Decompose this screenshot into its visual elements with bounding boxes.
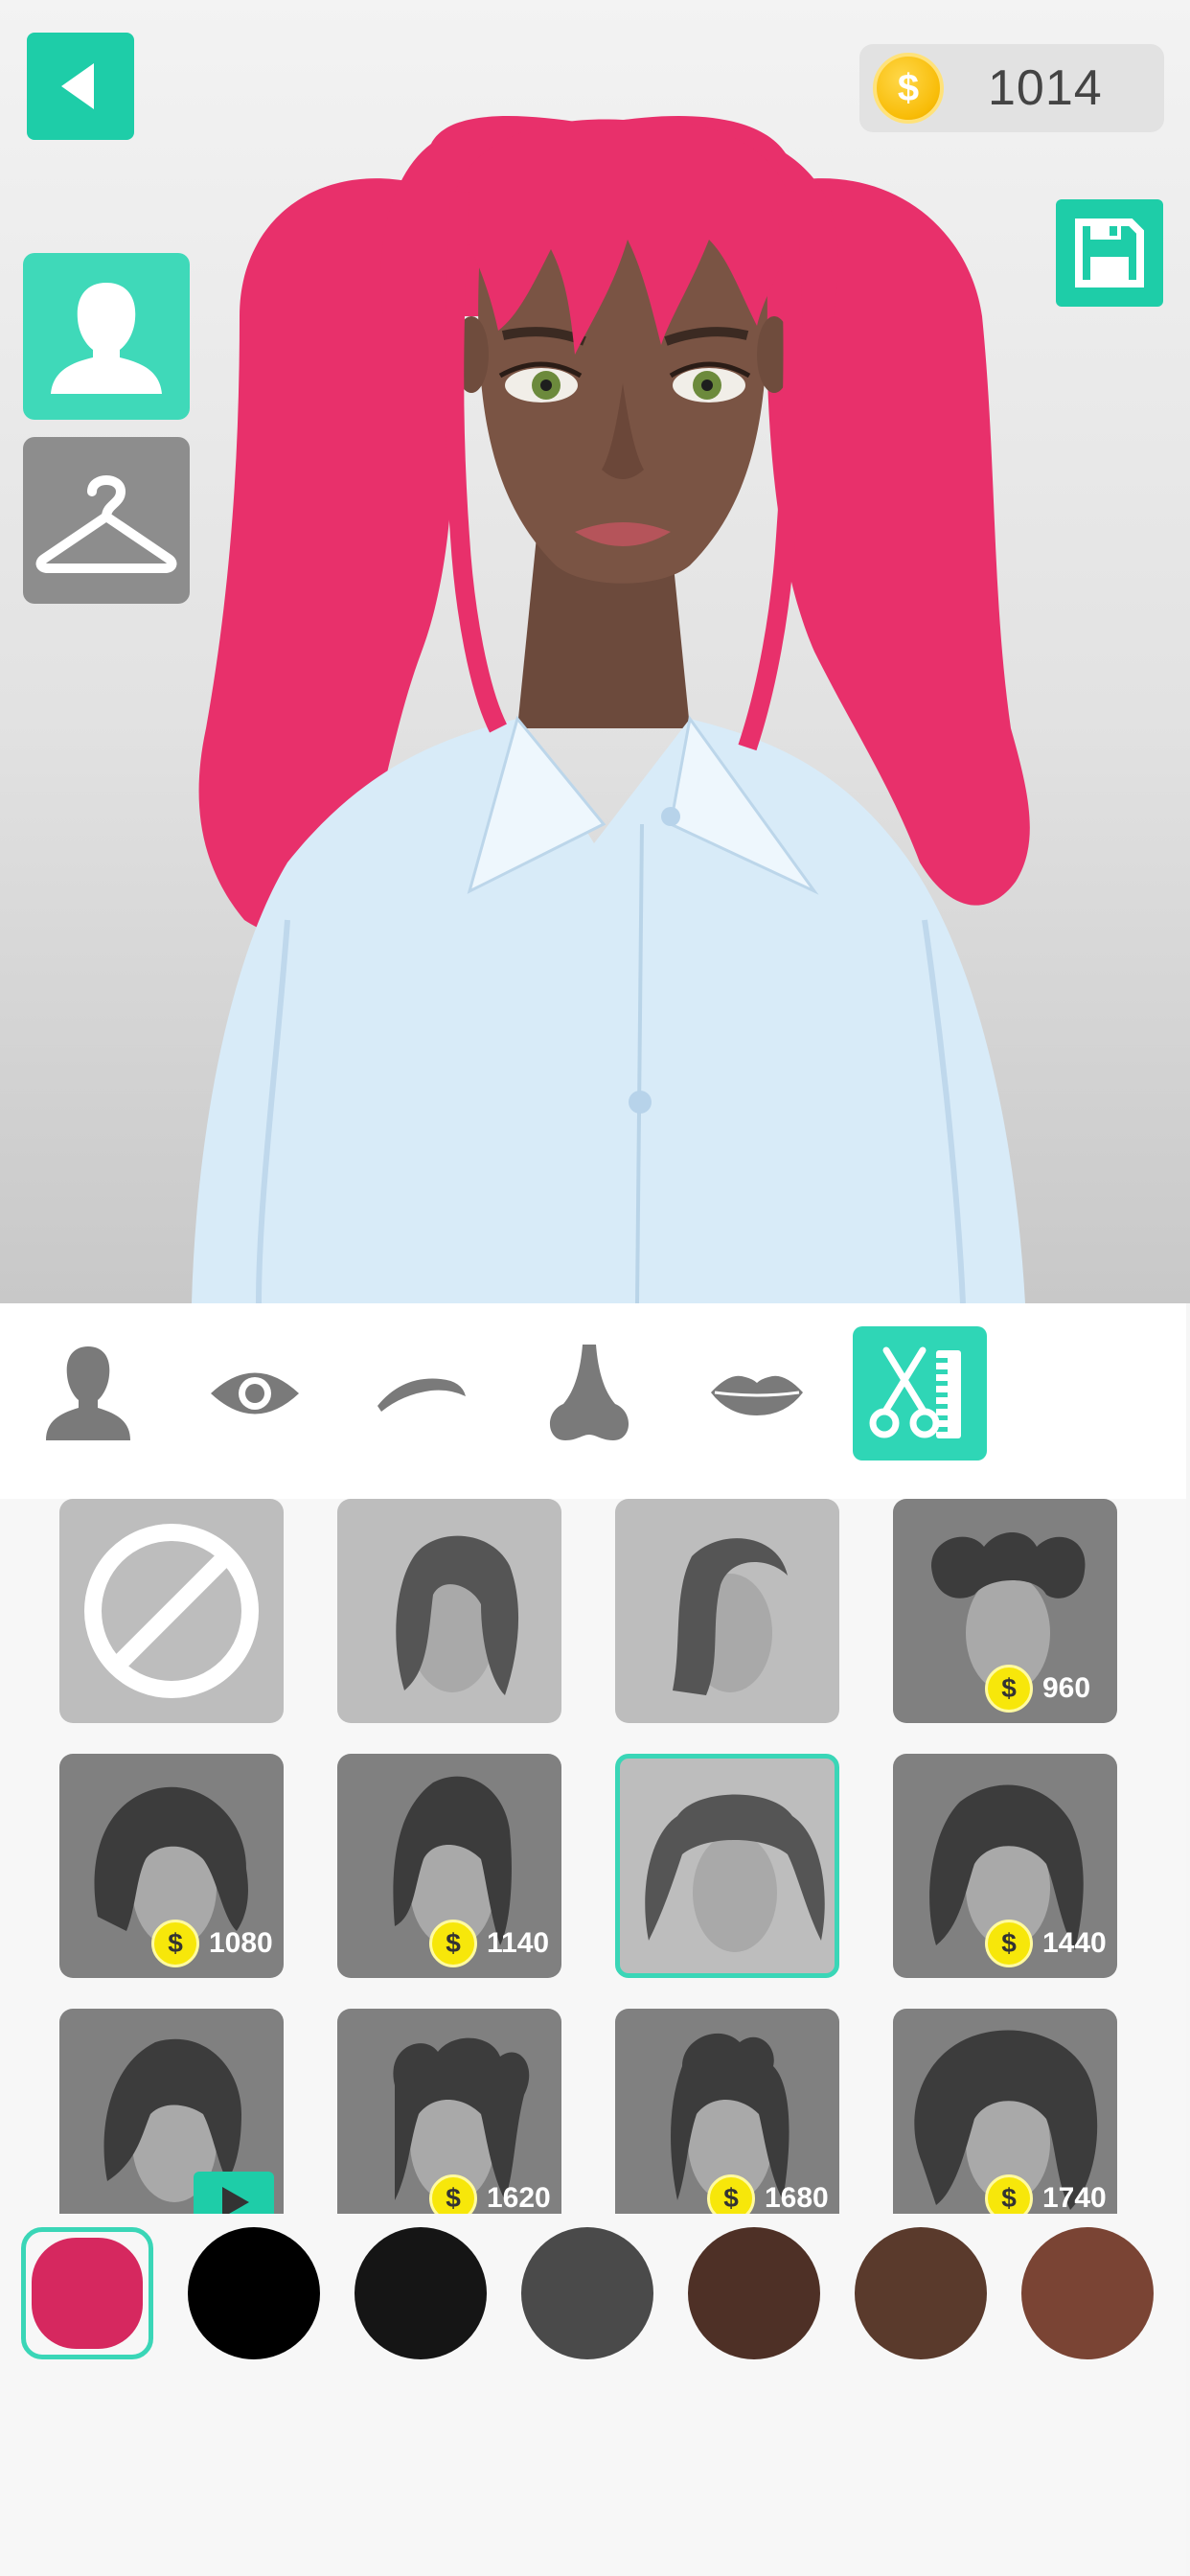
person-silhouette-icon [46, 1346, 130, 1440]
hair-color-swatch[interactable] [188, 2227, 320, 2359]
swatch-fill [855, 2227, 987, 2359]
eye-icon [211, 1372, 299, 1414]
hair-style-curly-bob[interactable]: $1080 [59, 1754, 284, 1978]
hair-style-top-bun[interactable]: $1680 [615, 2009, 839, 2233]
hair-style-grid: $960 $1080 $1140 $1440 $1620 $1680 $1740 [0, 1499, 1186, 2557]
hair-style-double-buns[interactable]: $960 [893, 1499, 1117, 1723]
nose-icon [549, 1345, 629, 1440]
hair-style-pigtails[interactable] [615, 1754, 839, 1978]
hair-style-high-ponytail[interactable]: $1140 [337, 1754, 561, 1978]
price-value: 1620 [487, 2182, 551, 2214]
dollar-coin-icon: $ [985, 1920, 1033, 1967]
hair-color-swatch[interactable] [855, 2227, 987, 2359]
hair-style-none[interactable] [59, 1499, 284, 1723]
hair-color-swatch[interactable] [688, 2227, 820, 2359]
person-icon [51, 283, 162, 394]
avatar-character [192, 116, 1030, 1303]
price-value: 1740 [1042, 2182, 1107, 2214]
scissors-comb-icon [869, 1346, 961, 1438]
hair-style-bangs-bob[interactable] [59, 2009, 284, 2233]
no-sign-icon [84, 1524, 259, 1698]
category-tabs [0, 1303, 1186, 1499]
price-tag: $960 [985, 1664, 1090, 1714]
coin-amount: 1014 [988, 60, 1103, 116]
hanger-icon [35, 475, 177, 573]
price-value: 1140 [487, 1927, 550, 1959]
dollar-coin-icon: $ [985, 1665, 1033, 1713]
tab-hair[interactable] [853, 1326, 987, 1460]
swatch-fill [688, 2227, 820, 2359]
hair-style-space-buns[interactable]: $1620 [337, 2009, 561, 2233]
price-value: 1080 [209, 1927, 273, 1959]
price-value: 1440 [1042, 1927, 1107, 1959]
price-value: 1680 [765, 2182, 829, 2214]
hair-color-palette [0, 2214, 1186, 2367]
lips-icon [711, 1375, 803, 1415]
hair-color-swatch[interactable] [521, 2227, 653, 2359]
floppy-disk-icon [1075, 218, 1144, 288]
price-tag: $1440 [985, 1919, 1107, 1968]
hair-color-swatch[interactable] [355, 2227, 487, 2359]
hair-style-afro-curls[interactable]: $1740 [893, 2009, 1117, 2233]
tab-nose[interactable] [522, 1326, 656, 1460]
avatar-mode-button[interactable] [23, 253, 190, 420]
swatch-fill [355, 2227, 487, 2359]
hair-preview-icon [645, 1794, 825, 1952]
swatch-fill [32, 2238, 143, 2349]
avatar-preview[interactable]: $ 1014 [0, 0, 1190, 1303]
save-button[interactable] [1056, 199, 1163, 307]
swatch-fill [521, 2227, 653, 2359]
hair-style-long-curly[interactable]: $1440 [893, 1754, 1117, 1978]
coin-balance: $ 1014 [859, 44, 1164, 132]
clothes-mode-button[interactable] [23, 437, 190, 604]
back-arrow-icon [61, 63, 94, 109]
dollar-coin-icon: $ [873, 53, 944, 124]
eyebrow-icon [378, 1378, 466, 1412]
tab-eyes[interactable] [188, 1326, 322, 1460]
dollar-coin-icon: $ [429, 1920, 477, 1967]
hair-preview-icon [396, 1535, 519, 1695]
price-value: 960 [1042, 1672, 1091, 1704]
tab-face[interactable] [21, 1326, 155, 1460]
back-button[interactable] [27, 33, 134, 140]
tab-lips[interactable] [690, 1326, 824, 1460]
customization-panel: $960 $1080 $1140 $1440 $1620 $1680 $1740 [0, 1303, 1186, 2576]
hair-color-swatch[interactable] [1021, 2227, 1154, 2359]
hair-color-swatch[interactable] [21, 2227, 153, 2359]
tab-eyebrows[interactable] [355, 1326, 489, 1460]
dollar-coin-icon: $ [151, 1920, 199, 1967]
price-tag: $1080 [151, 1919, 273, 1968]
swatch-fill [188, 2227, 320, 2359]
swatch-fill [1021, 2227, 1154, 2359]
price-tag: $1140 [429, 1919, 549, 1968]
hair-style-long-wavy[interactable] [337, 1499, 561, 1723]
hair-preview-icon [673, 1538, 788, 1695]
hair-style-side-wave[interactable] [615, 1499, 839, 1723]
